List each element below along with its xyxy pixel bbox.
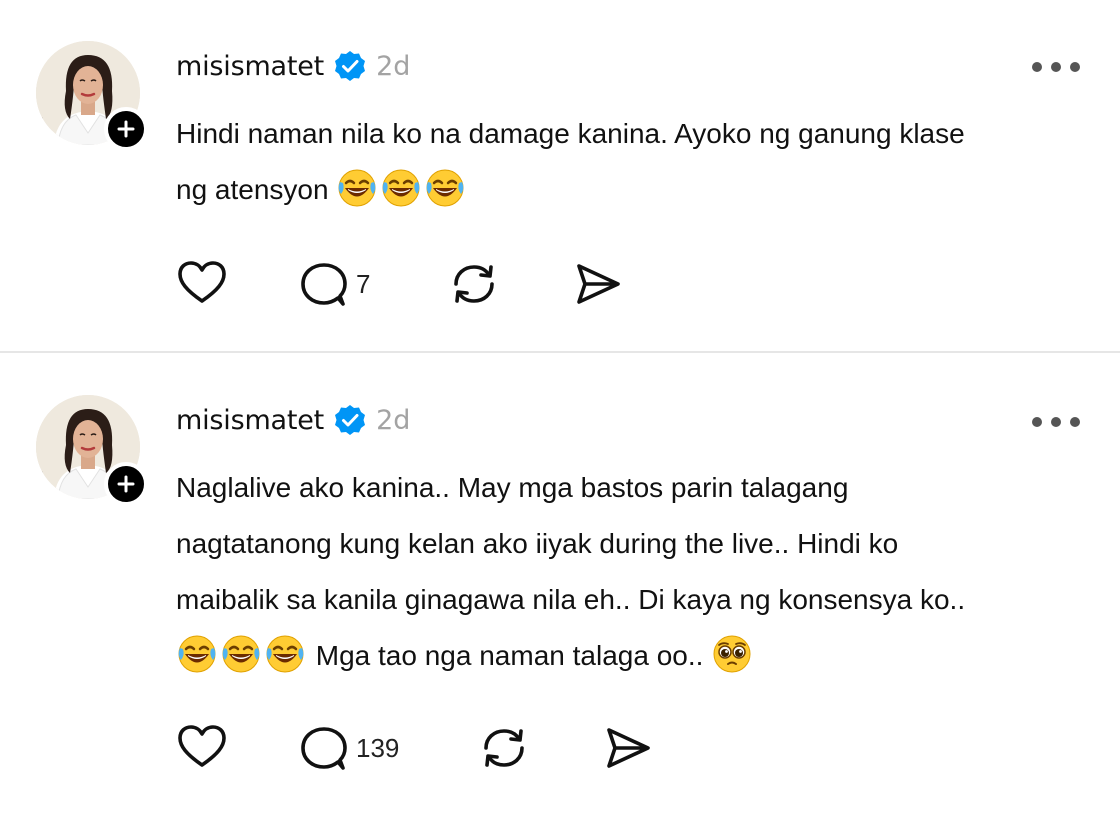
more-dots-icon[interactable]	[1032, 415, 1080, 429]
face-with-tears-of-joy-icon	[424, 167, 466, 209]
heart-icon	[178, 725, 226, 767]
thread-post: misismatet 2d Naglalive ako kanina.. May…	[0, 354, 1120, 813]
text-segment: Mga tao nga naman talaga oo..	[315, 640, 704, 671]
reply-button[interactable]: 139	[298, 718, 399, 778]
timestamp: 2d	[376, 404, 411, 436]
post-text: Hindi naman nila ko na damage kanina. Ay…	[176, 106, 1096, 218]
post-divider	[0, 351, 1120, 353]
follow-button[interactable]	[104, 462, 148, 506]
text-line: ng atensyon	[176, 162, 1096, 218]
action-bar: 7	[176, 254, 676, 314]
dot	[1032, 62, 1042, 72]
verified-badge-icon	[335, 405, 366, 435]
repost-icon	[484, 729, 524, 767]
text-line: Mga tao nga naman talaga oo..	[176, 628, 1096, 684]
repost-button[interactable]	[478, 718, 530, 778]
action-bar: 139	[176, 718, 676, 778]
more-dots-icon[interactable]	[1032, 60, 1080, 74]
reply-button[interactable]: 7	[298, 254, 370, 314]
text-line: Naglalive ako kanina.. May mga bastos pa…	[176, 472, 849, 503]
post-text: Naglalive ako kanina.. May mga bastos pa…	[176, 460, 1096, 684]
like-button[interactable]	[176, 254, 228, 314]
username[interactable]: misismatet	[176, 405, 324, 436]
plus-icon	[117, 120, 135, 138]
heart-icon	[178, 261, 226, 303]
share-button[interactable]	[602, 718, 654, 778]
reply-count: 139	[356, 732, 400, 763]
pleading-face-icon	[711, 633, 753, 675]
plus-icon	[117, 475, 135, 493]
thread-post: misismatet 2d Hindi naman nila ko na dam…	[0, 0, 1120, 352]
face-with-tears-of-joy-icon	[264, 633, 306, 675]
dot	[1070, 417, 1080, 427]
dot	[1032, 417, 1042, 427]
face-with-tears-of-joy-icon	[220, 633, 262, 675]
face-with-tears-of-joy-icon	[336, 167, 378, 209]
face-with-tears-of-joy-icon	[380, 167, 422, 209]
follow-button[interactable]	[104, 107, 148, 151]
speech-bubble-icon	[301, 263, 347, 306]
dot	[1051, 417, 1061, 427]
text-line: nagtatanong kung kelan ako iiyak during …	[176, 528, 899, 559]
face-with-tears-of-joy-icon	[176, 633, 218, 675]
username[interactable]: misismatet	[176, 51, 324, 82]
text-line: maibalik sa kanila ginagawa nila eh.. Di…	[176, 584, 966, 615]
text-line: Hindi naman nila ko na damage kanina. Ay…	[176, 118, 965, 149]
dot	[1051, 62, 1061, 72]
post-header: misismatet 2d	[176, 400, 410, 440]
send-icon	[607, 728, 650, 768]
speech-bubble-icon	[301, 727, 347, 770]
like-button[interactable]	[176, 718, 228, 778]
send-icon	[577, 264, 620, 304]
reply-count: 7	[356, 268, 371, 299]
post-header: misismatet 2d	[176, 46, 410, 86]
repost-button[interactable]	[448, 254, 500, 314]
text-segment: ng atensyon	[176, 174, 329, 205]
repost-icon	[454, 265, 494, 303]
dot	[1070, 62, 1080, 72]
timestamp: 2d	[376, 50, 411, 82]
verified-badge-icon	[335, 51, 366, 81]
share-button[interactable]	[572, 254, 624, 314]
